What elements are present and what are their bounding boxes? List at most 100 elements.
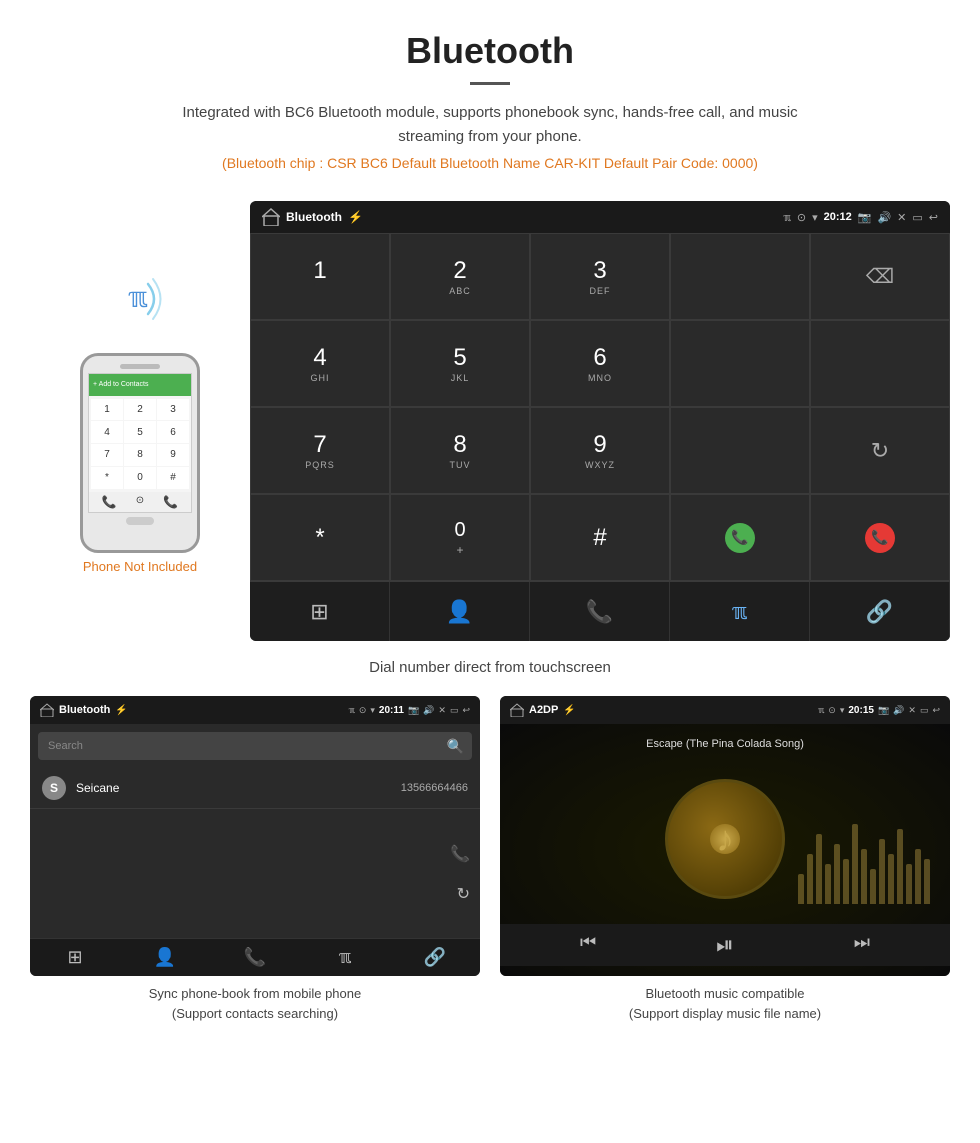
bottom-section: Bluetooth ⚡ ℼ⊙▾ 20:11 📷🔊✕▭↩ Search 🔍	[30, 696, 950, 1023]
page-header: Bluetooth Integrated with BC6 Bluetooth …	[0, 0, 980, 201]
music-status-bar: A2DP ⚡ ℼ⊙▾ 20:15 📷🔊✕▭↩	[500, 696, 950, 724]
music-screenshot: A2DP ⚡ ℼ⊙▾ 20:15 📷🔊✕▭↩ Escape (The Pina …	[500, 696, 950, 976]
key-empty-r2c5	[810, 320, 950, 407]
back-icon: ↩	[929, 211, 938, 224]
key-star[interactable]: *	[250, 494, 390, 581]
camera-icon: 📷	[858, 211, 872, 224]
pb-search-bar[interactable]: Search 🔍	[38, 732, 472, 760]
home-icon	[262, 208, 280, 226]
dial-screen: Bluetooth ⚡ ℼ ⊙ ▾ 20:12 📷 🔊 ✕ ▭ ↩	[250, 201, 950, 641]
key-0[interactable]: 0+	[390, 494, 530, 581]
pb-toolbar-grid[interactable]: ⊞	[30, 947, 120, 968]
bluetooth-waves: ℼ	[110, 269, 170, 329]
key-2[interactable]: 2ABC	[390, 233, 530, 320]
call-green-icon: 📞	[725, 523, 755, 553]
call-red-icon: 📞	[859, 516, 901, 558]
svg-text:ℼ: ℼ	[128, 282, 148, 313]
key-hash[interactable]: #	[530, 494, 670, 581]
phone-mockup: + Add to Contacts 1 2 3 4 5 6 7 8 9	[80, 353, 200, 553]
pb-contact-avatar: S	[42, 776, 66, 800]
keypad-grid: 1 2ABC 3DEF ⌫ 4GHI 5JKL 6MNO	[250, 233, 950, 581]
music-prev-icon[interactable]: ⏮	[580, 932, 596, 958]
music-caption: Bluetooth music compatible(Support displ…	[629, 984, 821, 1023]
key-1[interactable]: 1	[250, 233, 390, 320]
pb-toolbar-bluetooth[interactable]: ℼ	[300, 947, 390, 968]
time-display: 20:12	[824, 211, 852, 223]
key-5[interactable]: 5JKL	[390, 320, 530, 407]
key-empty-r1	[670, 233, 810, 320]
main-content: ℼ + Add to Contacts 1 2 3 4	[0, 201, 980, 1043]
pb-contact-name: Seicane	[76, 781, 401, 795]
dial-toolbar: ⊞ 👤 📞 ℼ 🔗	[250, 581, 950, 641]
backspace-key[interactable]: ⌫	[810, 233, 950, 320]
key-4[interactable]: 4GHI	[250, 320, 390, 407]
key-7[interactable]: 7PQRS	[250, 407, 390, 494]
music-controls[interactable]: ⏮ ⏯ ⏭	[500, 924, 950, 966]
music-app-name: A2DP	[529, 704, 558, 716]
pb-toolbar: ⊞ 👤 📞 ℼ 🔗	[30, 938, 480, 976]
music-time: 20:15	[848, 705, 874, 716]
toolbar-phone-icon[interactable]: 📞	[530, 582, 670, 641]
music-next-icon[interactable]: ⏭	[854, 932, 870, 958]
key-6[interactable]: 6MNO	[530, 320, 670, 407]
window-icon: ▭	[912, 211, 922, 224]
key-3[interactable]: 3DEF	[530, 233, 670, 320]
phonebook-screenshot-block: Bluetooth ⚡ ℼ⊙▾ 20:11 📷🔊✕▭↩ Search 🔍	[30, 696, 480, 1023]
music-content: Escape (The Pina Colada Song) ♪ ⏮ ⏯	[500, 724, 950, 976]
music-disc: ♪	[665, 779, 785, 899]
bluetooth-icon: ℼ	[783, 211, 791, 224]
end-call-button[interactable]: 📞	[810, 494, 950, 581]
phonebook-caption: Sync phone-book from mobile phone(Suppor…	[149, 984, 361, 1023]
status-left: Bluetooth ⚡	[262, 208, 363, 226]
music-play-icon[interactable]: ⏯	[716, 932, 734, 958]
key-8[interactable]: 8TUV	[390, 407, 530, 494]
toolbar-grid-icon[interactable]: ⊞	[250, 582, 390, 641]
pb-contact-row[interactable]: S Seicane 13566664466	[30, 768, 480, 809]
volume-icon: 🔊	[877, 211, 891, 224]
call-button[interactable]: 📞	[670, 494, 810, 581]
signal-icon: ▾	[812, 211, 818, 224]
specs-line: (Bluetooth chip : CSR BC6 Default Blueto…	[20, 155, 960, 171]
pb-toolbar-link[interactable]: 🔗	[390, 947, 480, 968]
pb-status-bar: Bluetooth ⚡ ℼ⊙▾ 20:11 📷🔊✕▭↩	[30, 696, 480, 724]
page-description: Integrated with BC6 Bluetooth module, su…	[150, 101, 830, 149]
toolbar-contacts-icon[interactable]: 👤	[390, 582, 530, 641]
pb-search-icon: 🔍	[447, 738, 464, 755]
pb-toolbar-contacts[interactable]: 👤	[120, 947, 210, 968]
pb-side-icons: 📞 ↻	[30, 809, 480, 938]
pb-time: 20:11	[379, 705, 404, 716]
dial-caption: Dial number direct from touchscreen	[369, 659, 611, 676]
music-note-icon: ♪	[716, 818, 734, 860]
location-icon: ⊙	[797, 211, 806, 224]
pb-contact-initial: S	[50, 781, 58, 795]
toolbar-bluetooth-icon[interactable]: ℼ	[670, 582, 810, 641]
phone-speaker	[120, 364, 160, 369]
toolbar-settings-icon[interactable]: 🔗	[810, 582, 950, 641]
music-screenshot-block: A2DP ⚡ ℼ⊙▾ 20:15 📷🔊✕▭↩ Escape (The Pina …	[500, 696, 950, 1023]
pb-toolbar-phone[interactable]: 📞	[210, 947, 300, 968]
phone-screen-top: + Add to Contacts	[89, 374, 191, 396]
music-home-icon	[510, 703, 524, 717]
pb-call-icon[interactable]: 📞	[450, 844, 470, 864]
redial-key[interactable]: ↻	[810, 407, 950, 494]
page-title: Bluetooth	[20, 30, 960, 72]
pb-app-name: Bluetooth	[59, 704, 110, 716]
music-eq-visualizer	[798, 844, 930, 904]
top-section: ℼ + Add to Contacts 1 2 3 4	[30, 201, 950, 641]
pb-contact-number: 13566664466	[401, 782, 468, 794]
close-icon: ✕	[897, 211, 906, 224]
header-divider	[470, 82, 510, 85]
key-empty-r2c4	[670, 320, 810, 407]
pb-sync-icon[interactable]: ↻	[457, 884, 470, 904]
phone-side: ℼ + Add to Contacts 1 2 3 4	[30, 269, 250, 574]
pb-search-placeholder: Search	[48, 740, 83, 752]
phone-home-button[interactable]	[126, 517, 154, 525]
phone-screen: + Add to Contacts 1 2 3 4 5 6 7 8 9	[88, 373, 192, 513]
usb-icon: ⚡	[348, 210, 363, 224]
key-9[interactable]: 9WXYZ	[530, 407, 670, 494]
status-app-name: Bluetooth	[286, 210, 342, 224]
music-album-area: ♪	[500, 754, 950, 924]
pb-home-icon	[40, 703, 54, 717]
phonebook-screenshot: Bluetooth ⚡ ℼ⊙▾ 20:11 📷🔊✕▭↩ Search 🔍	[30, 696, 480, 976]
dial-status-bar: Bluetooth ⚡ ℼ ⊙ ▾ 20:12 📷 🔊 ✕ ▭ ↩	[250, 201, 950, 233]
